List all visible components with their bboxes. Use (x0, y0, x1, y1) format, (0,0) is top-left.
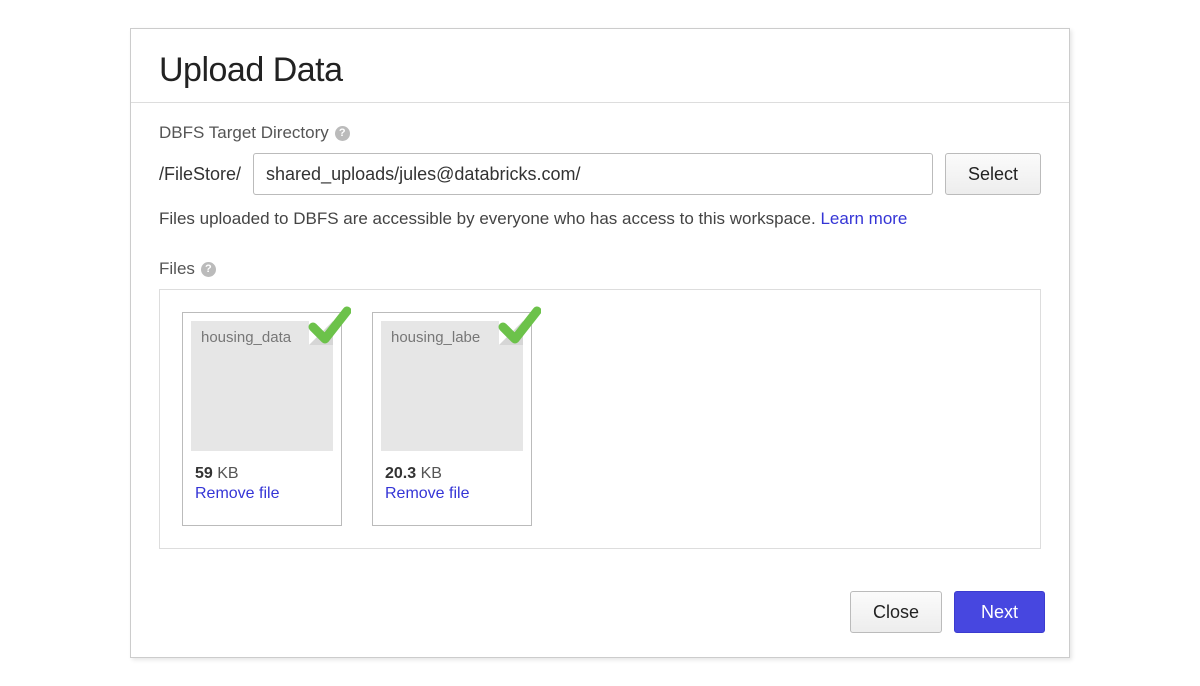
file-size-unit: KB (416, 465, 442, 482)
target-directory-label: DBFS Target Directory ? (159, 123, 1041, 143)
modal-body: DBFS Target Directory ? /FileStore/ Sele… (131, 103, 1069, 573)
file-card: housing_data 59 KB Remove file (182, 312, 342, 526)
target-directory-label-text: DBFS Target Directory (159, 123, 329, 143)
check-icon (307, 303, 351, 347)
files-label: Files ? (159, 259, 1041, 279)
path-row: /FileStore/ Select (159, 153, 1041, 195)
help-icon[interactable]: ? (201, 262, 216, 277)
file-name: housing_labe (391, 329, 513, 346)
remove-file-link[interactable]: Remove file (191, 485, 333, 503)
modal-title: Upload Data (159, 51, 1041, 90)
files-dropzone[interactable]: housing_data 59 KB Remove file housing_l… (159, 289, 1041, 549)
help-icon[interactable]: ? (335, 126, 350, 141)
learn-more-link[interactable]: Learn more (820, 209, 907, 228)
upload-data-modal: Upload Data DBFS Target Directory ? /Fil… (130, 28, 1070, 658)
files-label-text: Files (159, 259, 195, 279)
file-size-value: 20.3 (385, 465, 416, 482)
check-icon (497, 303, 541, 347)
select-button[interactable]: Select (945, 153, 1041, 195)
file-card: housing_labe 20.3 KB Remove file (372, 312, 532, 526)
file-size-unit: KB (213, 465, 239, 482)
next-button[interactable]: Next (954, 591, 1045, 633)
path-input[interactable] (253, 153, 933, 195)
file-name: housing_data (201, 329, 323, 346)
help-text-content: Files uploaded to DBFS are accessible by… (159, 209, 820, 228)
remove-file-link[interactable]: Remove file (381, 485, 523, 503)
modal-header: Upload Data (131, 29, 1069, 103)
file-size: 59 KB (191, 465, 333, 483)
file-size: 20.3 KB (381, 465, 523, 483)
help-text: Files uploaded to DBFS are accessible by… (159, 209, 1041, 229)
path-prefix: /FileStore/ (159, 164, 241, 185)
close-button[interactable]: Close (850, 591, 942, 633)
file-size-value: 59 (195, 465, 213, 482)
modal-footer: Close Next (131, 573, 1069, 657)
